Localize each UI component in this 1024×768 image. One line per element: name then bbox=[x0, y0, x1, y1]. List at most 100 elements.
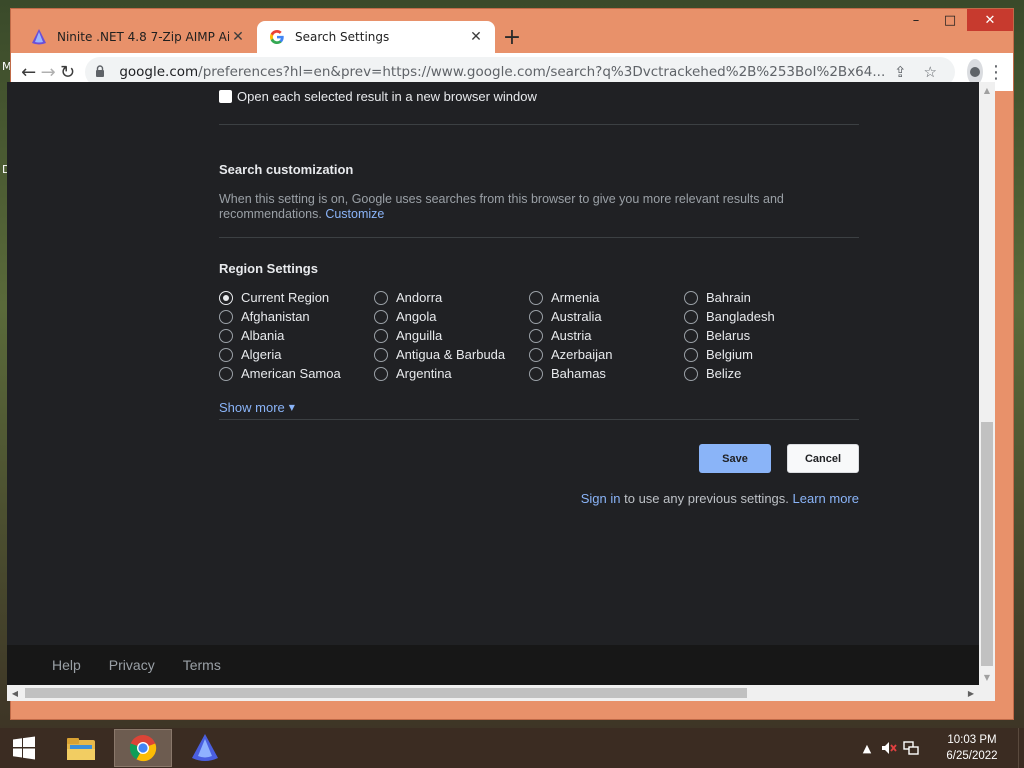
cancel-button[interactable]: Cancel bbox=[787, 444, 859, 473]
scroll-right-icon[interactable]: ▶ bbox=[963, 685, 979, 701]
footer-help-link[interactable]: Help bbox=[52, 657, 81, 673]
radio-button[interactable] bbox=[684, 309, 698, 324]
region-label: Bahrain bbox=[706, 290, 751, 305]
volume-muted-icon[interactable] bbox=[878, 741, 900, 755]
radio-button[interactable] bbox=[219, 328, 233, 343]
url-text[interactable]: google.com/preferences?hl=en&prev=https:… bbox=[119, 64, 885, 80]
radio-button[interactable] bbox=[684, 328, 698, 343]
radio-button[interactable] bbox=[529, 290, 543, 305]
scroll-thumb[interactable] bbox=[25, 688, 747, 698]
region-label: Belarus bbox=[706, 328, 751, 343]
region-label: Algeria bbox=[241, 347, 282, 362]
file-explorer-icon[interactable] bbox=[52, 729, 110, 767]
radio-button[interactable] bbox=[374, 328, 388, 343]
close-tab-icon[interactable]: ✕ bbox=[229, 28, 247, 46]
ninite-icon[interactable] bbox=[176, 729, 234, 767]
footer-privacy-link[interactable]: Privacy bbox=[109, 657, 155, 673]
region-option[interactable]: Andorra bbox=[374, 288, 442, 307]
region-option[interactable]: Current Region bbox=[219, 288, 329, 307]
region-option[interactable]: Bangladesh bbox=[684, 307, 775, 326]
region-option[interactable]: Bahamas bbox=[529, 364, 606, 383]
horizontal-scrollbar[interactable]: ◀ ▶ bbox=[7, 685, 979, 701]
window-controls: – □ ✕ bbox=[899, 9, 1013, 35]
radio-button[interactable] bbox=[374, 290, 388, 305]
new-window-label: Open each selected result in a new brows… bbox=[237, 89, 537, 104]
tab-title: Search Settings bbox=[295, 30, 390, 44]
divider bbox=[219, 419, 859, 420]
new-window-option[interactable]: Open each selected result in a new brows… bbox=[219, 89, 537, 104]
region-option[interactable]: Algeria bbox=[219, 345, 281, 364]
close-tab-icon[interactable]: ✕ bbox=[467, 28, 485, 46]
region-option[interactable]: Belarus bbox=[684, 326, 750, 345]
region-label: Argentina bbox=[396, 366, 452, 381]
radio-button[interactable] bbox=[374, 347, 388, 362]
tab-strip: Ninite .NET 4.8 7-Zip AIMP Air A ✕ Searc… bbox=[19, 21, 529, 53]
maximize-button[interactable]: □ bbox=[933, 9, 967, 31]
sign-in-link[interactable]: Sign in bbox=[581, 491, 621, 506]
minimize-button[interactable]: – bbox=[899, 9, 933, 31]
close-window-button[interactable]: ✕ bbox=[967, 9, 1013, 31]
region-label: Bahamas bbox=[551, 366, 606, 381]
region-option[interactable]: Argentina bbox=[374, 364, 452, 383]
radio-button[interactable] bbox=[684, 366, 698, 381]
region-label: Angola bbox=[396, 309, 437, 324]
region-option[interactable]: Anguilla bbox=[374, 326, 442, 345]
footer-terms-link[interactable]: Terms bbox=[183, 657, 221, 673]
vertical-scrollbar[interactable]: ▲ ▼ bbox=[979, 82, 995, 685]
region-settings-title: Region Settings bbox=[219, 261, 318, 276]
radio-button[interactable] bbox=[374, 366, 388, 381]
region-option[interactable]: Bahrain bbox=[684, 288, 751, 307]
tray-expand-icon[interactable]: ▲ bbox=[856, 742, 878, 755]
learn-more-link[interactable]: Learn more bbox=[793, 491, 859, 506]
region-label: Afghanistan bbox=[241, 309, 310, 324]
radio-button[interactable] bbox=[529, 328, 543, 343]
radio-button[interactable] bbox=[219, 309, 233, 324]
region-option[interactable]: Belgium bbox=[684, 345, 753, 364]
radio-button[interactable] bbox=[684, 290, 698, 305]
show-desktop-button[interactable] bbox=[1018, 728, 1024, 768]
start-icon[interactable] bbox=[0, 728, 48, 768]
clock[interactable]: 10:03 PM 6/25/2022 bbox=[930, 732, 1014, 764]
radio-button[interactable] bbox=[529, 366, 543, 381]
scroll-thumb[interactable] bbox=[981, 422, 993, 666]
tab-ninite[interactable]: Ninite .NET 4.8 7-Zip AIMP Air A ✕ bbox=[19, 21, 257, 53]
network-icon[interactable] bbox=[900, 741, 922, 755]
region-option[interactable]: Austria bbox=[529, 326, 591, 345]
scroll-left-icon[interactable]: ◀ bbox=[7, 685, 23, 701]
region-option[interactable]: Antigua & Barbuda bbox=[374, 345, 505, 364]
radio-button[interactable] bbox=[529, 347, 543, 362]
scroll-down-icon[interactable]: ▼ bbox=[979, 669, 995, 685]
region-option[interactable]: American Samoa bbox=[219, 364, 341, 383]
region-label: Azerbaijan bbox=[551, 347, 613, 362]
scrollbar-corner bbox=[979, 685, 995, 701]
tab-title: Ninite .NET 4.8 7-Zip AIMP Air A bbox=[57, 30, 229, 44]
region-option[interactable]: Angola bbox=[374, 307, 436, 326]
radio-button[interactable] bbox=[684, 347, 698, 362]
url-host: google.com bbox=[119, 64, 199, 80]
save-button[interactable]: Save bbox=[699, 444, 771, 473]
customize-link[interactable]: Customize bbox=[325, 207, 384, 221]
region-option[interactable]: Afghanistan bbox=[219, 307, 310, 326]
radio-button[interactable] bbox=[374, 309, 388, 324]
scroll-up-icon[interactable]: ▲ bbox=[979, 82, 995, 98]
page-viewport: Open each selected result in a new brows… bbox=[7, 82, 979, 685]
clock-date: 6/25/2022 bbox=[946, 750, 998, 762]
radio-button[interactable] bbox=[219, 366, 233, 381]
region-option[interactable]: Azerbaijan bbox=[529, 345, 612, 364]
region-option[interactable]: Belize bbox=[684, 364, 741, 383]
new-tab-button[interactable]: + bbox=[495, 21, 529, 53]
region-label: Current Region bbox=[241, 290, 330, 305]
chrome-icon[interactable] bbox=[114, 729, 172, 767]
region-option[interactable]: Armenia bbox=[529, 288, 599, 307]
lock-icon[interactable] bbox=[95, 64, 111, 80]
radio-button[interactable] bbox=[529, 309, 543, 324]
tab-search-settings[interactable]: Search Settings ✕ bbox=[257, 21, 495, 53]
show-more-link[interactable]: Show more ▼ bbox=[219, 400, 295, 415]
region-option[interactable]: Albania bbox=[219, 326, 284, 345]
new-window-checkbox[interactable] bbox=[219, 90, 232, 103]
region-label: Anguilla bbox=[396, 328, 443, 343]
radio-button[interactable] bbox=[219, 347, 233, 362]
signin-text: to use any previous settings. bbox=[624, 491, 789, 506]
region-option[interactable]: Australia bbox=[529, 307, 602, 326]
radio-button[interactable] bbox=[219, 290, 233, 305]
